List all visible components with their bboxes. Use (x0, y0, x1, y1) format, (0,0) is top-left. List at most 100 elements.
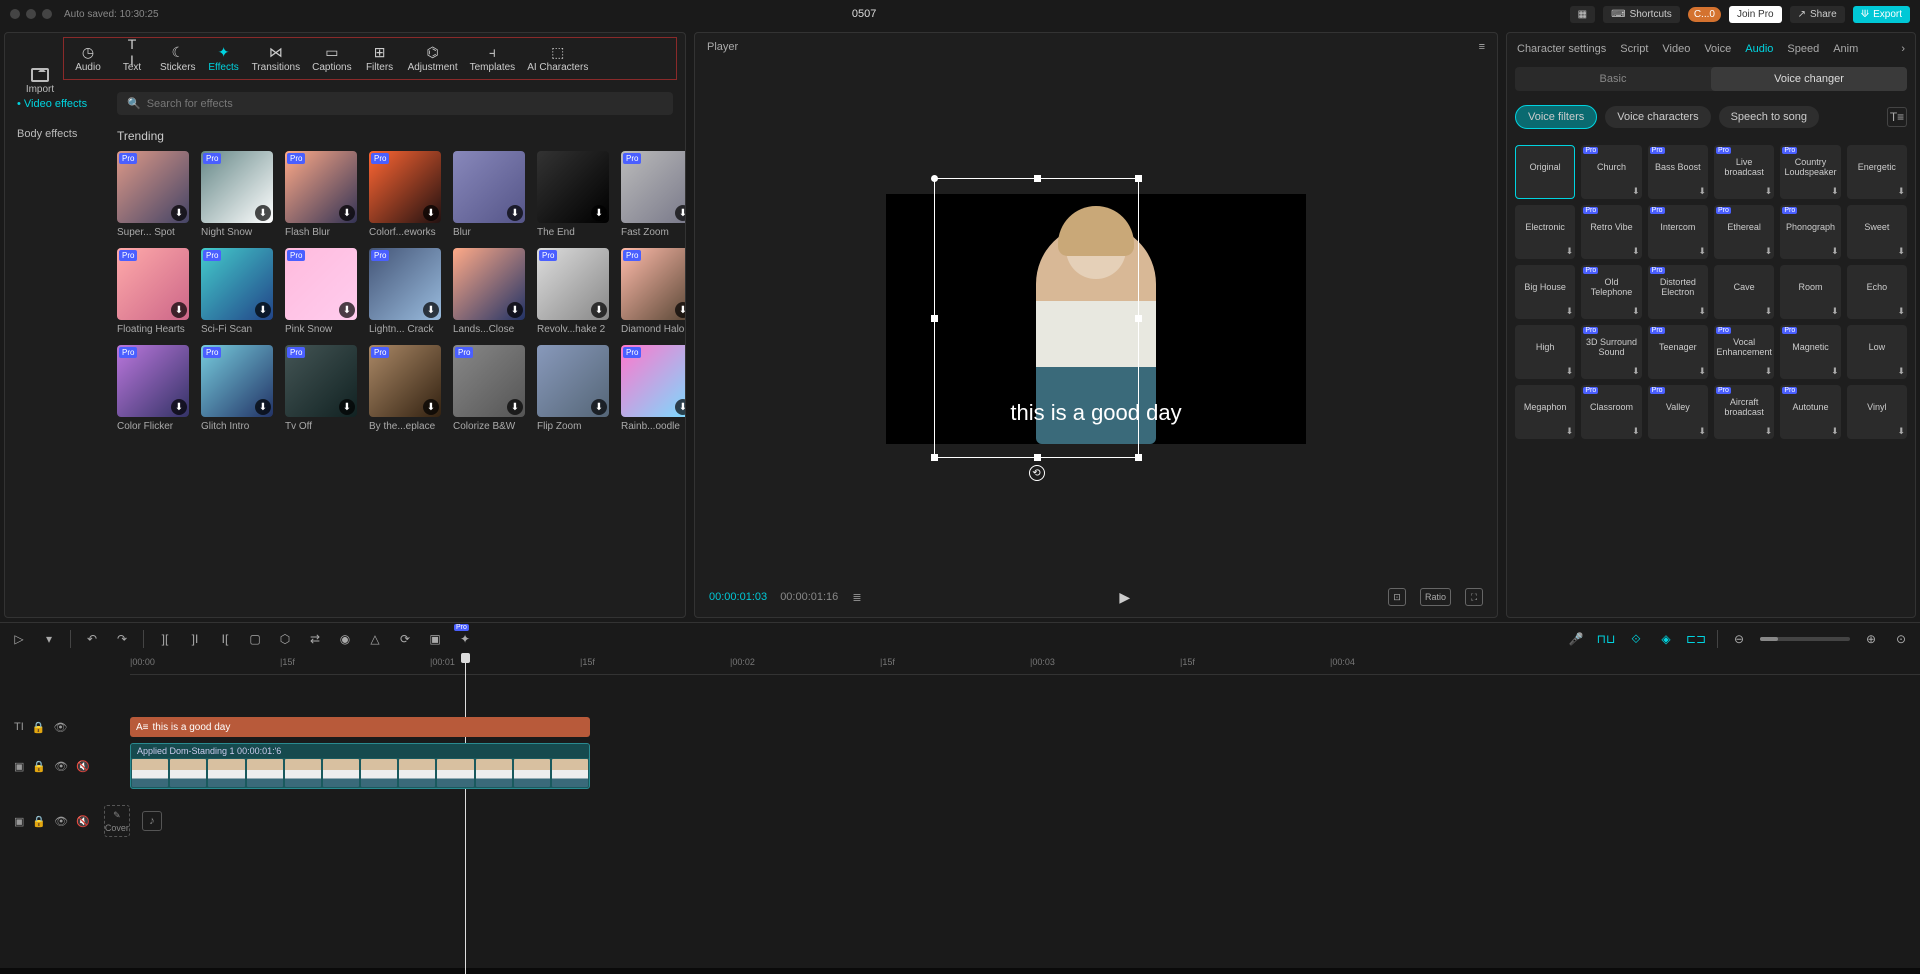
download-icon[interactable]: ⬇ (339, 205, 355, 221)
mirror-icon[interactable]: △ (366, 630, 384, 648)
split-right-icon[interactable]: I[ (216, 630, 234, 648)
link-icon[interactable]: ⟐ (1627, 630, 1645, 648)
pill-speech-to-song[interactable]: Speech to song (1719, 106, 1819, 128)
download-icon[interactable]: ⬇ (1765, 366, 1773, 377)
download-icon[interactable]: ⬇ (171, 399, 187, 415)
voice-filter-energetic[interactable]: Energetic⬇ (1847, 145, 1907, 199)
voice-filter-teenager[interactable]: ProTeenager⬇ (1648, 325, 1708, 379)
download-icon[interactable]: ⬇ (1698, 306, 1706, 317)
voice-filter-ethereal[interactable]: ProEthereal⬇ (1714, 205, 1774, 259)
effect-item[interactable]: Pro⬇Fast Zoom (621, 151, 685, 238)
download-icon[interactable]: ⬇ (1566, 246, 1574, 257)
voice-filter-sweet[interactable]: Sweet⬇ (1847, 205, 1907, 259)
add-audio-button[interactable]: ♪ (142, 811, 162, 831)
download-icon[interactable]: ⬇ (1897, 246, 1905, 257)
sidebar-item-video-effects[interactable]: • Video effects (13, 92, 97, 116)
download-icon[interactable]: ⬇ (1831, 186, 1839, 197)
download-icon[interactable]: ⬇ (1897, 426, 1905, 437)
voice-filter-live-broadcast[interactable]: ProLive broadcast⬇ (1714, 145, 1774, 199)
eye-icon[interactable]: 👁 (53, 721, 67, 734)
download-icon[interactable]: ⬇ (423, 302, 439, 318)
download-icon[interactable]: ⬇ (1831, 426, 1839, 437)
effect-item[interactable]: Pro⬇Floating Hearts (117, 248, 189, 335)
lock-icon[interactable]: 🔒 (32, 760, 46, 773)
voice-filter-low[interactable]: Low⬇ (1847, 325, 1907, 379)
shield-icon[interactable]: ⬡ (276, 630, 294, 648)
crop-icon[interactable]: ▢ (246, 630, 264, 648)
mute-icon[interactable]: 🔇 (76, 815, 90, 828)
download-icon[interactable]: ⬇ (1632, 426, 1640, 437)
download-icon[interactable]: ⬇ (675, 205, 685, 221)
download-icon[interactable]: ⬇ (507, 399, 523, 415)
preview-marker-icon[interactable]: ◈ (1657, 630, 1675, 648)
download-icon[interactable]: ⬇ (1698, 366, 1706, 377)
pointer-tool-icon[interactable]: ▷ (10, 630, 28, 648)
download-icon[interactable]: ⬇ (1897, 306, 1905, 317)
insp-tab-character-settings[interactable]: Character settings (1517, 43, 1606, 55)
effect-item[interactable]: ⬇Flip Zoom (537, 345, 609, 432)
cover-button[interactable]: ✎Cover (104, 805, 130, 837)
voice-filter-valley[interactable]: ProValley⬇ (1648, 385, 1708, 439)
download-icon[interactable]: ⬇ (1566, 426, 1574, 437)
tab-adjustment[interactable]: ⌬Adjustment (402, 40, 464, 77)
voice-filter-retro-vibe[interactable]: ProRetro Vibe⬇ (1581, 205, 1641, 259)
video-clip[interactable]: Applied Dom-Standing 1 00:00:01:'6 (130, 743, 590, 789)
redo-icon[interactable]: ↷ (113, 630, 131, 648)
effect-item[interactable]: Pro⬇Flash Blur (285, 151, 357, 238)
import-tab[interactable]: Import (15, 68, 65, 95)
effect-item[interactable]: ⬇The End (537, 151, 609, 238)
effect-item[interactable]: ⬇Lands...Close (453, 248, 525, 335)
effect-item[interactable]: Pro⬇Color Flicker (117, 345, 189, 432)
download-icon[interactable]: ⬇ (255, 399, 271, 415)
ai-tools-icon[interactable]: Pro✦ (456, 630, 474, 648)
effect-item[interactable]: Pro⬇Colorize B&W (453, 345, 525, 432)
rotate-icon[interactable]: ⟳ (396, 630, 414, 648)
subtab-voice-changer[interactable]: Voice changer (1711, 67, 1907, 91)
voice-filter-big-house[interactable]: Big House⬇ (1515, 265, 1575, 319)
download-icon[interactable]: ⬇ (1566, 366, 1574, 377)
split-left-icon[interactable]: ]I (186, 630, 204, 648)
voice-filter-bass-boost[interactable]: ProBass Boost⬇ (1648, 145, 1708, 199)
more-tabs-icon[interactable]: › (1901, 43, 1905, 55)
window-controls[interactable] (10, 9, 52, 19)
zoom-out-icon[interactable]: ⊖ (1730, 630, 1748, 648)
effect-item[interactable]: Pro⬇By the...eplace (369, 345, 441, 432)
frame-icon[interactable]: ⊡ (1388, 588, 1406, 606)
split-icon[interactable]: ][ (156, 630, 174, 648)
join-pro-button[interactable]: Join Pro (1729, 6, 1782, 23)
effect-item[interactable]: Pro⬇Night Snow (201, 151, 273, 238)
zoom-in-icon[interactable]: ⊕ (1862, 630, 1880, 648)
search-input[interactable]: 🔍 Search for effects (117, 92, 673, 115)
mic-icon[interactable]: 🎤 (1567, 630, 1585, 648)
player-canvas[interactable]: this is a good day ⟲ (886, 194, 1306, 444)
undo-icon[interactable]: ↶ (83, 630, 101, 648)
voice-filter-autotune[interactable]: ProAutotune⬇ (1780, 385, 1840, 439)
download-icon[interactable]: ⬇ (1831, 246, 1839, 257)
effect-item[interactable]: Pro⬇Diamond Halo (621, 248, 685, 335)
voice-filter-vocal-enhancement[interactable]: ProVocal Enhancement⬇ (1714, 325, 1774, 379)
download-icon[interactable]: ⬇ (1632, 366, 1640, 377)
download-icon[interactable]: ⬇ (1765, 246, 1773, 257)
insp-tab-script[interactable]: Script (1620, 43, 1648, 55)
speed-icon[interactable]: ◉ (336, 630, 354, 648)
timeline-ruler[interactable]: |00:00|15f|00:01|15f|00:02|15f|00:03|15f… (130, 655, 1920, 675)
download-icon[interactable]: ⬇ (1831, 366, 1839, 377)
voice-filter-church[interactable]: ProChurch⬇ (1581, 145, 1641, 199)
effect-item[interactable]: Pro⬇Sci-Fi Scan (201, 248, 273, 335)
download-icon[interactable]: ⬇ (1698, 186, 1706, 197)
download-icon[interactable]: ⬇ (1765, 186, 1773, 197)
download-icon[interactable]: ⬇ (255, 205, 271, 221)
download-icon[interactable]: ⬇ (1632, 186, 1640, 197)
lock-icon[interactable]: 🔒 (32, 721, 46, 734)
eye-icon[interactable]: 👁 (54, 760, 68, 773)
tab-captions[interactable]: ▭Captions (306, 40, 357, 77)
effect-item[interactable]: Pro⬇Rainb...oodle (621, 345, 685, 432)
voice-filter-classroom[interactable]: ProClassroom⬇ (1581, 385, 1641, 439)
layout-button[interactable]: ▦ (1570, 6, 1595, 23)
effect-item[interactable]: ⬇Blur (453, 151, 525, 238)
download-icon[interactable]: ⬇ (591, 399, 607, 415)
sidebar-item-body-effects[interactable]: Body effects (13, 122, 97, 146)
voice-filter-country-loudspeaker[interactable]: ProCountry Loudspeaker⬇ (1780, 145, 1840, 199)
play-button[interactable]: ▶ (1119, 589, 1130, 606)
insp-tab-speed[interactable]: Speed (1787, 43, 1819, 55)
